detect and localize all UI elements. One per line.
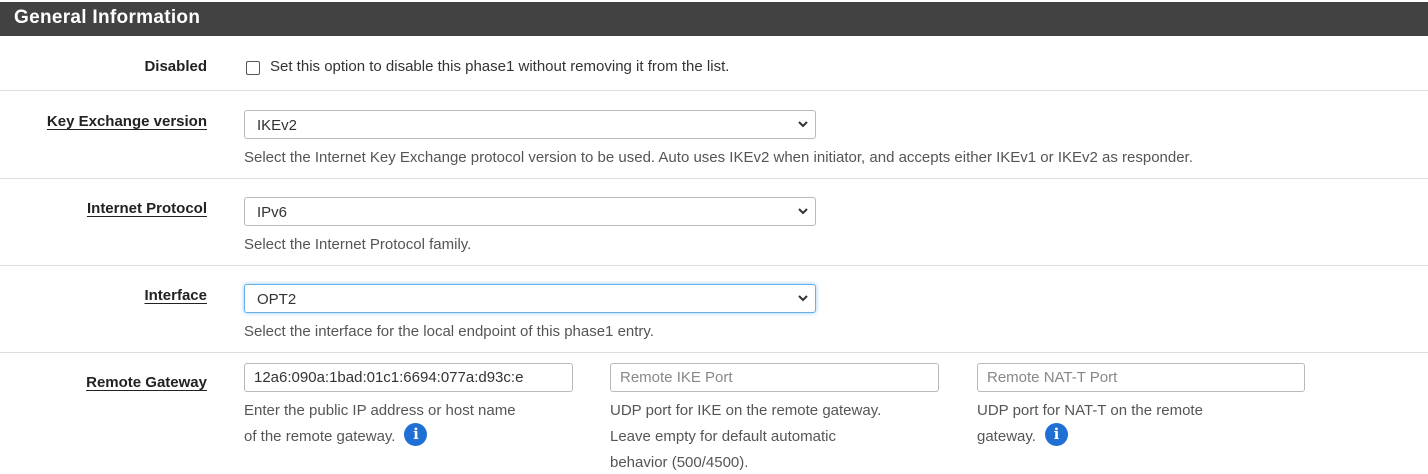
panel-title: General Information bbox=[14, 7, 201, 28]
remote-natt-port-input[interactable]: Remote NAT-T Port bbox=[977, 363, 1305, 392]
remote-ike-port-placeholder: Remote IKE Port bbox=[620, 369, 733, 386]
disabled-checkbox[interactable] bbox=[246, 61, 260, 75]
interface-select[interactable]: OPT2 bbox=[244, 284, 816, 313]
info-icon[interactable]: i bbox=[404, 422, 428, 446]
remote-gateway-input[interactable]: 12a6:090a:1bad:01c1:6694:077a:d93c:e bbox=[244, 363, 573, 392]
row-key-exchange: Key Exchange version IKEv2 Select the In… bbox=[0, 91, 1428, 179]
row-disabled: Disabled Set this option to disable this… bbox=[0, 36, 1428, 91]
remote-gateway-value: 12a6:090a:1bad:01c1:6694:077a:d93c:e bbox=[254, 369, 524, 386]
remote-gateway-help-line2: of the remote gateway. bbox=[244, 428, 396, 445]
chevron-down-icon bbox=[798, 121, 808, 128]
interface-label[interactable]: Interface bbox=[144, 287, 207, 304]
chevron-down-icon bbox=[798, 208, 808, 215]
remote-natt-port-help-line1: UDP port for NAT-T on the remote bbox=[977, 402, 1203, 419]
remote-gateway-help-line2-wrap: of the remote gateway. i bbox=[244, 422, 584, 450]
disabled-label: Disabled bbox=[144, 58, 207, 75]
row-remote-gateway: Remote Gateway 12a6:090a:1bad:01c1:6694:… bbox=[0, 353, 1428, 474]
chevron-down-icon bbox=[798, 295, 808, 302]
remote-gateway-help-line1: Enter the public IP address or host name bbox=[244, 402, 516, 419]
remote-gateway-help: Enter the public IP address or host name… bbox=[244, 398, 584, 450]
row-internet-protocol: Internet Protocol IPv6 Select the Intern… bbox=[0, 179, 1428, 266]
remote-ike-port-help-line1: UDP port for IKE on the remote gateway. bbox=[610, 402, 882, 419]
disabled-checkbox-text[interactable]: Set this option to disable this phase1 w… bbox=[270, 58, 729, 75]
remote-natt-port-help: UDP port for NAT-T on the remote gateway… bbox=[977, 398, 1317, 450]
remote-ike-port-help: UDP port for IKE on the remote gateway. … bbox=[610, 398, 950, 474]
internet-protocol-help: Select the Internet Protocol family. bbox=[244, 236, 472, 253]
remote-ike-port-help-line2: Leave empty for default automatic bbox=[610, 428, 836, 445]
remote-natt-port-placeholder: Remote NAT-T Port bbox=[987, 369, 1118, 386]
internet-protocol-select[interactable]: IPv6 bbox=[244, 197, 816, 226]
panel-heading: General Information bbox=[0, 0, 1428, 36]
remote-ike-port-input[interactable]: Remote IKE Port bbox=[610, 363, 939, 392]
key-exchange-help: Select the Internet Key Exchange protoco… bbox=[244, 149, 1193, 166]
internet-protocol-value: IPv6 bbox=[257, 204, 288, 221]
row-interface: Interface OPT2 Select the interface for … bbox=[0, 266, 1428, 353]
interface-value: OPT2 bbox=[257, 291, 297, 308]
remote-gateway-label[interactable]: Remote Gateway bbox=[86, 374, 207, 391]
interface-help: Select the interface for the local endpo… bbox=[244, 323, 654, 340]
panel-top-border bbox=[0, 0, 1428, 2]
key-exchange-value: IKEv2 bbox=[257, 117, 298, 134]
key-exchange-label[interactable]: Key Exchange version bbox=[47, 113, 207, 130]
info-icon[interactable]: i bbox=[1044, 422, 1068, 446]
internet-protocol-label[interactable]: Internet Protocol bbox=[87, 200, 207, 217]
remote-natt-port-help-line2: gateway. bbox=[977, 428, 1036, 445]
remote-natt-port-help-line2-wrap: gateway. i bbox=[977, 422, 1317, 450]
key-exchange-select[interactable]: IKEv2 bbox=[244, 110, 816, 139]
remote-ike-port-help-line3: behavior (500/4500). bbox=[610, 454, 749, 471]
